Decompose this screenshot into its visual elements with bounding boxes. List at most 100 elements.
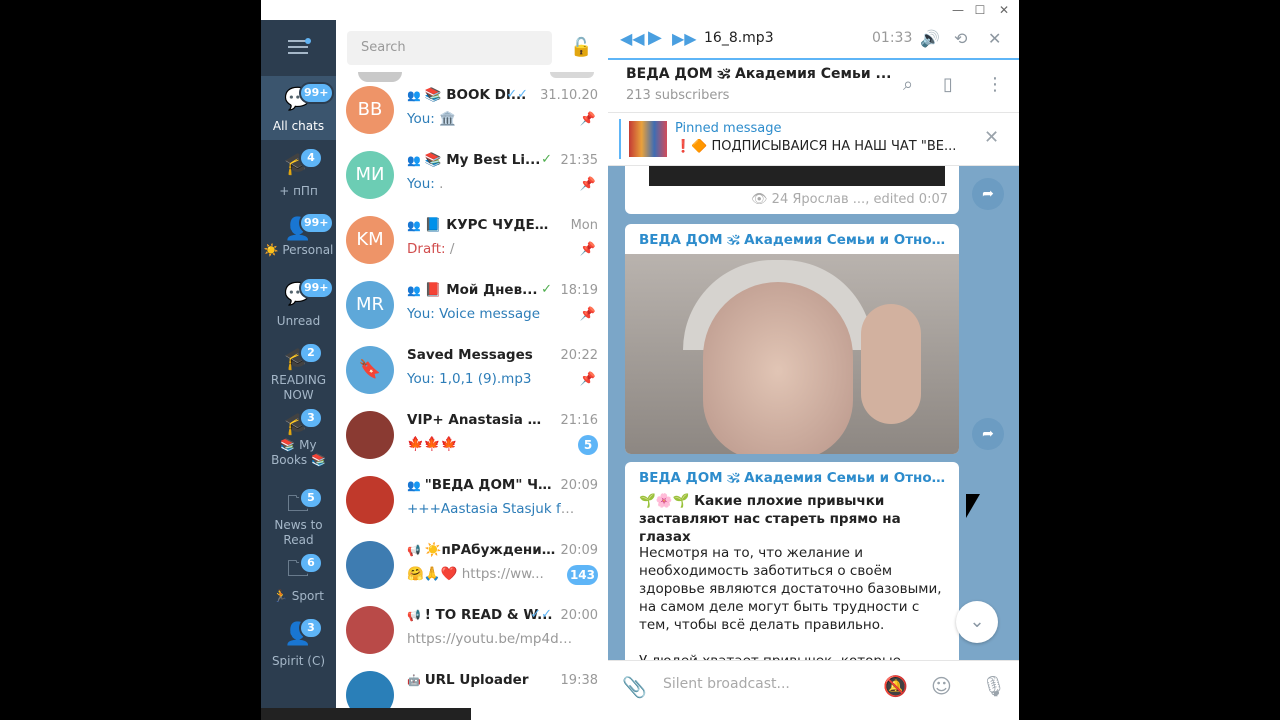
pinned-text: ❗🔶 ПОДПИСЫВАЙСЯ НА НАШ ЧАТ "ВЕ... xyxy=(675,139,957,154)
chat-preview: You: 1,0,1 (9).mp3 xyxy=(407,371,577,387)
chat-name: 📕 Мой Днев... xyxy=(424,282,538,298)
message-bubble: 👁 24 Ярослав ..., edited 0:07 xyxy=(625,166,959,214)
pin-icon: 📌 xyxy=(579,177,596,192)
title-bar: — ☐ ✕ xyxy=(261,0,1019,20)
folder-tab[interactable]: 👤 99+ ☀️ Personal xyxy=(261,206,336,270)
avatar xyxy=(346,541,394,589)
folder-tab[interactable]: 💬 99+ All chats xyxy=(261,76,336,140)
preview-text: 1,0,1 (9).mp3 xyxy=(439,371,532,387)
scroll-down-button[interactable]: ⌄ xyxy=(956,601,998,643)
folder-label: 🏃 Sport xyxy=(273,589,324,603)
folder-badge: 6 xyxy=(301,554,321,572)
preview-text: Voice message xyxy=(439,306,540,322)
chat-title: 👥 📚 BOOK DI... xyxy=(407,87,557,103)
folder-badge: 99+ xyxy=(301,279,332,297)
more-options-icon[interactable]: ⋮ xyxy=(986,74,1004,95)
preview-prefix: Draft: xyxy=(407,241,450,257)
chat-title: 👥"ВЕДА ДОМ" Чат ... xyxy=(407,477,557,493)
pin-icon: 📌 xyxy=(579,112,596,127)
folder-tab[interactable]: 💬 99+ Unread xyxy=(261,271,336,335)
previous-track-icon[interactable]: ◀◀ xyxy=(620,29,645,48)
chat-title: 📢 ☀️пРАбуждение ... xyxy=(407,542,557,558)
close-player-icon[interactable]: ✕ xyxy=(988,29,1001,48)
emoji-icon[interactable]: ☺ xyxy=(931,674,952,698)
folder-label: 📚 My Books 📚 xyxy=(271,438,326,467)
chat-time: Mon xyxy=(570,218,598,233)
silent-bell-icon[interactable]: 🔕 xyxy=(883,674,908,698)
share-icon[interactable]: ➦ xyxy=(972,178,1004,210)
folder-tab[interactable]: 👤 3 Spirit (C) xyxy=(261,611,336,675)
maximize-button[interactable]: ☐ xyxy=(969,1,991,19)
lock-icon[interactable]: 🔓 xyxy=(570,37,592,59)
volume-icon[interactable]: 🔊 xyxy=(920,29,940,48)
message-channel-name[interactable]: ВЕДА ДОМ 🕉 Академия Семьи и Отношени... xyxy=(639,470,949,486)
group-icon: 👥 xyxy=(407,89,421,102)
message-area[interactable]: 👁 24 Ярослав ..., edited 0:07 ➦ ВЕДА ДОМ… xyxy=(608,166,1019,660)
chat-row[interactable]: МИ 👥 📚 My Best Li... 21:35 ✓ You: . 📌 xyxy=(336,143,608,208)
track-title: 16_8.mp3 xyxy=(704,30,774,46)
folder-tab[interactable]: 🗀 6 🏃 Sport xyxy=(261,546,336,610)
channel-title: ВЕДА ДОМ 🕉 Академия Семьи ... xyxy=(626,66,892,82)
folder-tab[interactable]: 🗀 5 News to Read xyxy=(261,481,336,547)
avatar: BB xyxy=(346,86,394,134)
play-icon[interactable]: ▶ xyxy=(648,27,662,48)
sidebar-toggle-icon[interactable]: ▯ xyxy=(943,74,953,95)
folder-tab[interactable]: 🎓 4 + пПп xyxy=(261,141,336,205)
chat-row[interactable]: VIP+ Anastasia Шеш...21:16 🍁🍁🍁 5 xyxy=(336,403,608,468)
chat-row[interactable]: 🔖 Saved Messages 20:22 You: 1,0,1 (9).mp3 📌 xyxy=(336,338,608,403)
chat-time: 18:19 xyxy=(560,283,598,298)
search-icon[interactable]: ⌕ xyxy=(903,74,913,95)
chat-header[interactable]: ВЕДА ДОМ 🕉 Академия Семьи ... 213 subscr… xyxy=(608,60,1019,113)
message-video-thumbnail[interactable] xyxy=(649,166,945,186)
chat-preview: +++Aastasia Stasjuk from VK ... xyxy=(407,501,577,517)
preview-text: 🍁🍁🍁 xyxy=(407,436,458,452)
share-icon[interactable]: ➦ xyxy=(972,418,1004,450)
folder-tab[interactable]: 🎓 2 READING NOW xyxy=(261,336,336,402)
chat-preview: You: Voice message xyxy=(407,306,577,322)
chat-name: 📘 КУРС ЧУДЕС - ... xyxy=(424,217,557,233)
photo-face xyxy=(703,282,853,454)
chat-row[interactable]: BB 👥 📚 BOOK DI... 31.10.20 ✓✓ You: 🏛️ 📌 xyxy=(336,78,608,143)
folder-tab[interactable]: 🎓 3 📚 My Books 📚 xyxy=(261,401,336,467)
chat-row[interactable]: MR 👥 📕 Мой Днев... 18:19 ✓ You: Voice message… xyxy=(336,273,608,338)
message-bubble: ВЕДА ДОМ 🕉 Академия Семьи и Отношени... … xyxy=(625,462,959,660)
message-channel-name[interactable]: ВЕДА ДОМ 🕉 Академия Семьи и Отношени... xyxy=(639,232,949,248)
minimize-button[interactable]: — xyxy=(947,1,969,19)
chat-time: 31.10.20 xyxy=(540,88,598,103)
main-menu-button[interactable] xyxy=(261,20,336,76)
close-window-button[interactable]: ✕ xyxy=(993,1,1015,19)
channel-icon: 📢 xyxy=(407,609,421,622)
repeat-icon[interactable]: ⟲ xyxy=(954,29,967,48)
chat-row[interactable]: 📢 ☀️пРАбуждение ... 20:09 🤗🙏❤️ https://ww..… xyxy=(336,533,608,598)
avatar: MR xyxy=(346,281,394,329)
preview-text: / xyxy=(449,241,455,257)
attach-icon[interactable]: 📎 xyxy=(622,675,647,699)
chat-time: 20:00 xyxy=(560,608,598,623)
search-input[interactable]: Search xyxy=(347,31,552,65)
chat-name: URL Uploader xyxy=(424,672,529,688)
pin-icon: 📌 xyxy=(579,242,596,257)
chat-row[interactable]: 📢! TO READ & W... 20:00 ✓✓ https://youtu.be… xyxy=(336,598,608,663)
pin-icon: 📌 xyxy=(579,307,596,322)
next-track-icon[interactable]: ▶▶ xyxy=(672,29,697,48)
microphone-icon[interactable]: 🎙 xyxy=(981,674,1006,698)
close-pinned-icon[interactable]: ✕ xyxy=(984,127,999,148)
chat-time: 20:22 xyxy=(560,348,598,363)
chat-time: 20:09 xyxy=(560,543,598,558)
message-photo[interactable] xyxy=(625,254,959,454)
unread-badge: 143 xyxy=(566,565,598,585)
search-placeholder: Search xyxy=(361,40,406,55)
pinned-message-bar[interactable]: Pinned message ❗🔶 ПОДПИСЫВАЙСЯ НА НАШ ЧА… xyxy=(608,113,1019,166)
avatar: KM xyxy=(346,216,394,264)
avatar xyxy=(346,476,394,524)
folder-label: + пПп xyxy=(279,184,318,198)
folder-badge: 3 xyxy=(301,619,321,637)
message-text: У людей хватает привычек, которые вообще xyxy=(639,652,949,660)
chat-preview: You: . xyxy=(407,176,577,192)
chat-row[interactable]: 👥"ВЕДА ДОМ" Чат ...20:09 +++Aastasia Stas… xyxy=(336,468,608,533)
avatar: 🔖 xyxy=(346,346,394,394)
subscriber-count: 213 subscribers xyxy=(626,88,730,103)
chat-name: ☀️пРАбуждение ... xyxy=(424,542,557,558)
chat-row[interactable]: KM👥📘 КУРС ЧУДЕС - ...MonDraft: /📌 xyxy=(336,208,608,273)
message-input[interactable]: Silent broadcast... xyxy=(663,676,790,692)
